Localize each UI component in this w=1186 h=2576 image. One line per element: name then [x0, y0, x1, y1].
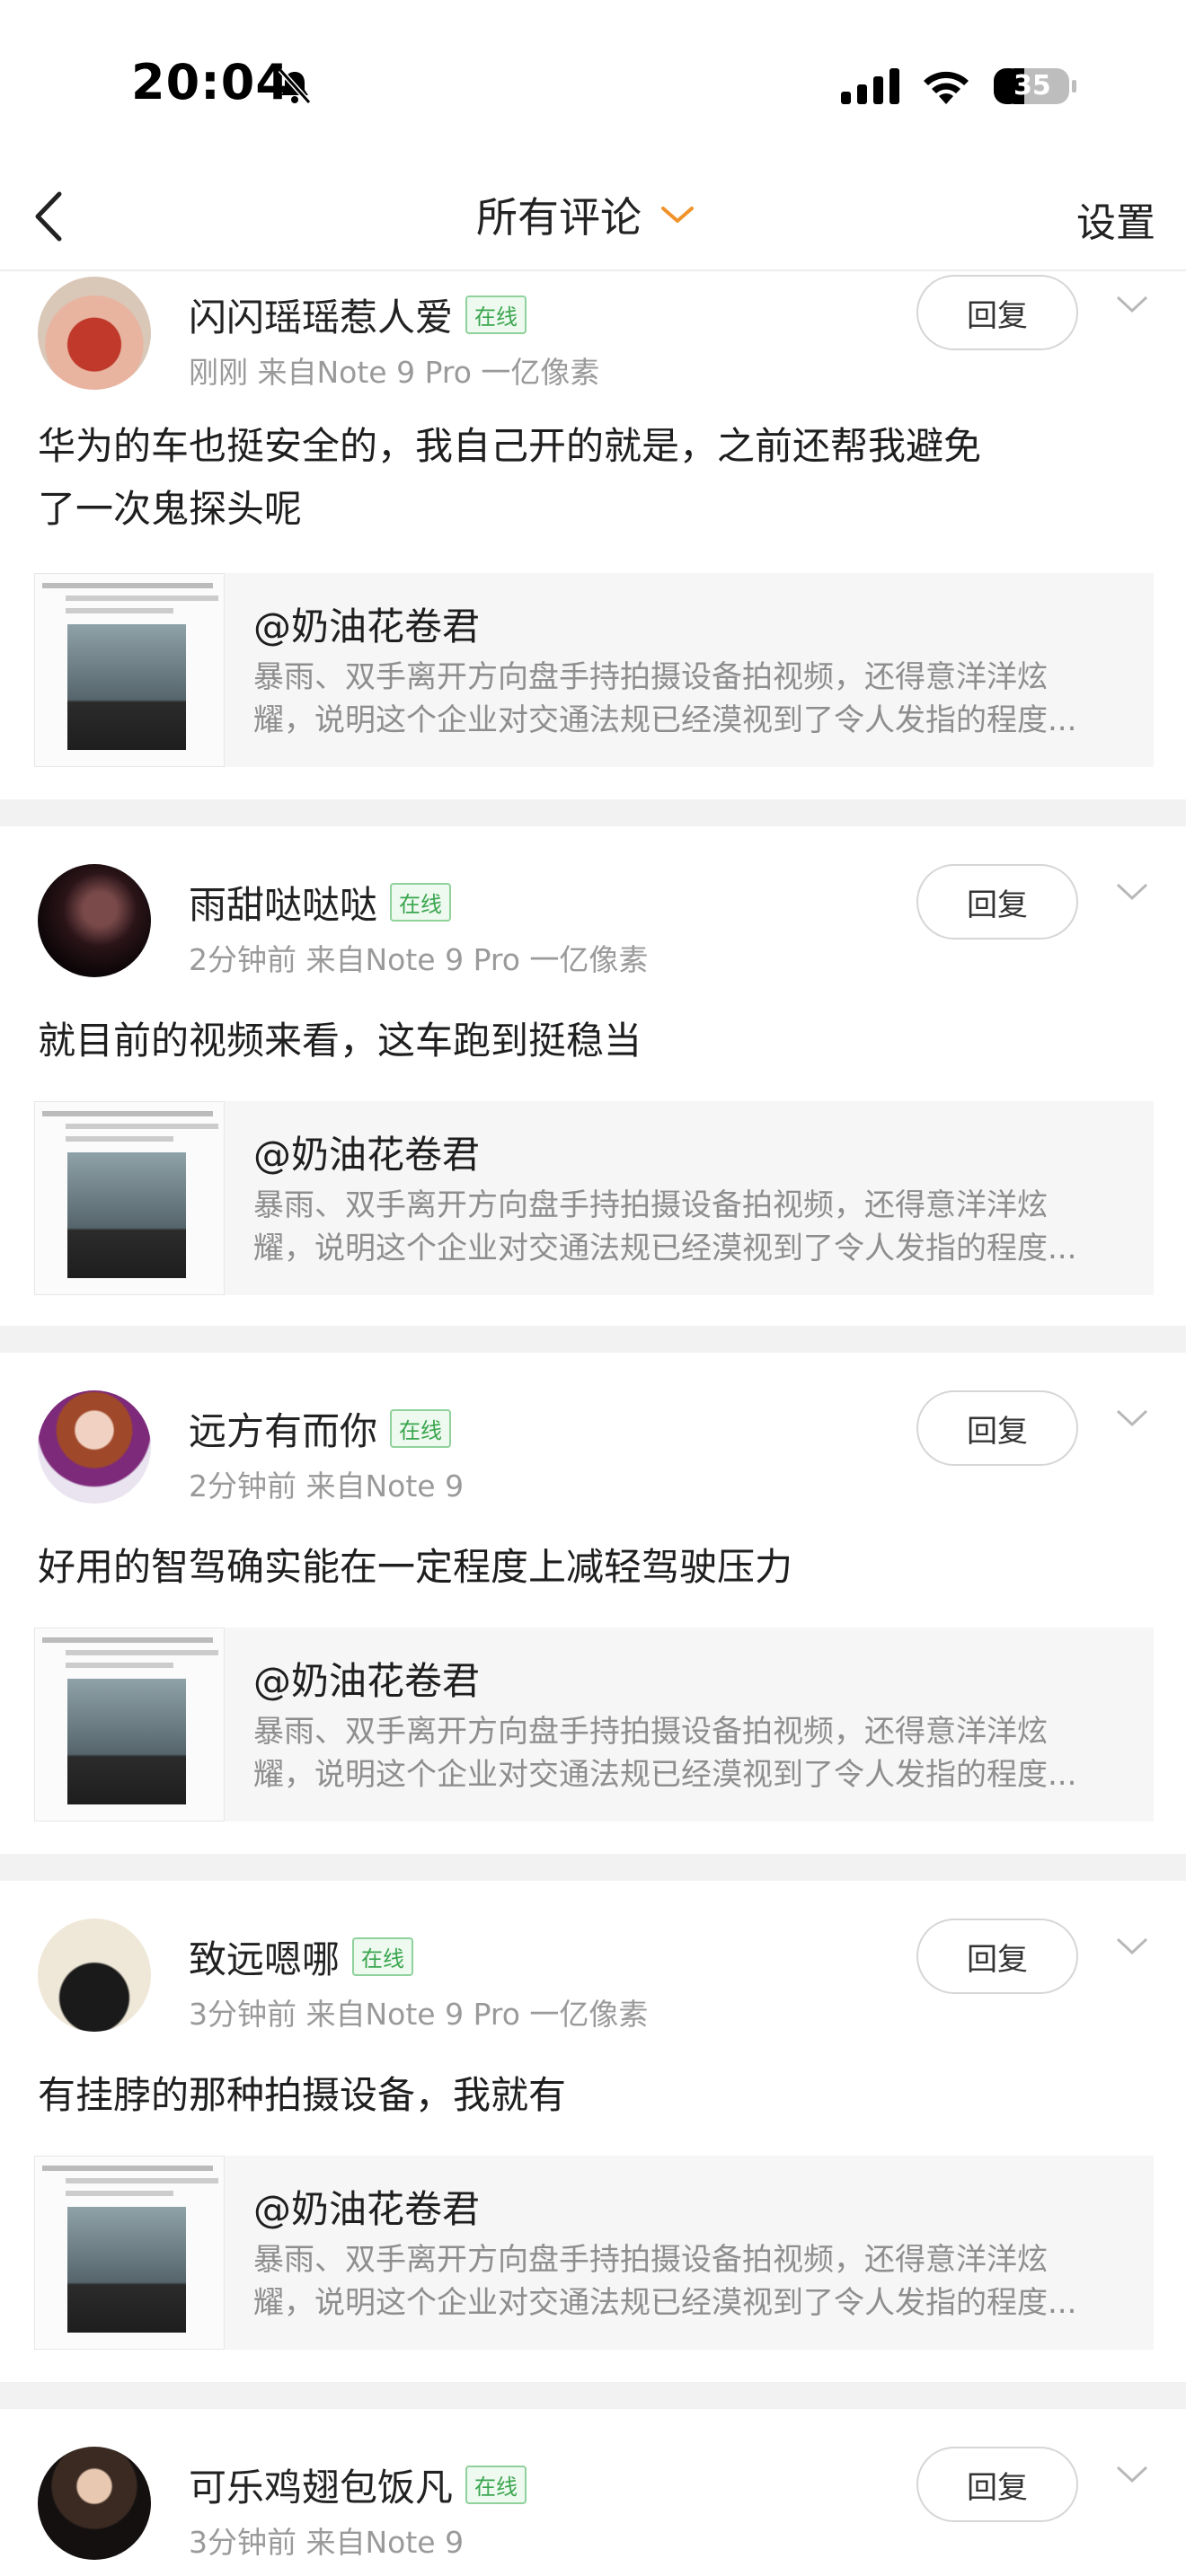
chevron-down-icon[interactable] — [1114, 2463, 1150, 2486]
comment-item: 闪闪瑶瑶惹人爱 在线 刚刚 来自Note 9 Pro 一亿像素 回复 华为的车也… — [0, 271, 1186, 796]
comment-name-row: 可乐鸡翅包饭凡 在线 — [189, 2457, 527, 2512]
battery-level: 35 — [1013, 70, 1051, 101]
post-thumbnail — [34, 1628, 225, 1822]
back-arrow-icon[interactable] — [29, 185, 68, 248]
comment-name-row: 致远嗯哪 在线 — [189, 1929, 414, 1984]
comment-text: 华为的车也挺安全的，我自己开的就是，之前还帮我避免 了一次鬼探头呢 — [38, 415, 1152, 541]
commenter-name[interactable]: 可乐鸡翅包饭凡 — [189, 2457, 453, 2512]
chevron-down-icon[interactable] — [1114, 880, 1150, 904]
chevron-down-icon — [661, 207, 694, 223]
battery-icon: 35 — [992, 65, 1078, 108]
comment-meta: 3分钟前 来自Note 9 Pro 一亿像素 — [189, 1997, 649, 2032]
comment-text-line: 就目前的视频来看，这车跑到挺稳当 — [38, 1019, 642, 1063]
quoted-excerpt: 暴雨、双手离开方向盘手持拍摄设备拍视频，还得意洋洋炫 耀，说明这个企业对交通法规… — [253, 1710, 1143, 1796]
comment-name-row: 雨甜哒哒哒 在线 — [189, 875, 452, 930]
commenter-name[interactable]: 闪闪瑶瑶惹人爱 — [189, 287, 453, 342]
comment-meta: 2分钟前 来自Note 9 — [189, 1469, 465, 1504]
cellular-signal-icon — [841, 68, 899, 104]
quoted-excerpt-line: 耀，说明这个企业对交通法规已经漠视到了令人发指的程度... — [253, 702, 1077, 738]
comment-item: 可乐鸡翅包饭凡 在线 3分钟前 来自Note 9 回复 — [0, 2409, 1186, 2576]
comment-text-line: 华为的车也挺安全的，我自己开的就是，之前还帮我避免 — [38, 424, 982, 468]
quoted-post-card[interactable]: @奶油花卷君 暴雨、双手离开方向盘手持拍摄设备拍视频，还得意洋洋炫 耀，说明这个… — [34, 2156, 1154, 2350]
quoted-post-card[interactable]: @奶油花卷君 暴雨、双手离开方向盘手持拍摄设备拍视频，还得意洋洋炫 耀，说明这个… — [34, 1101, 1154, 1295]
comment-name-row: 闪闪瑶瑶惹人爱 在线 — [189, 287, 527, 342]
quoted-excerpt-line: 暴雨、双手离开方向盘手持拍摄设备拍视频，还得意洋洋炫 — [253, 659, 1048, 695]
comment-divider — [0, 1326, 1186, 1353]
wifi-icon — [924, 71, 969, 104]
quoted-excerpt-line: 暴雨、双手离开方向盘手持拍摄设备拍视频，还得意洋洋炫 — [253, 1714, 1048, 1750]
quoted-author: @奶油花卷君 — [253, 604, 481, 648]
bell-muted-icon — [278, 68, 312, 104]
quoted-excerpt-line: 耀，说明这个企业对交通法规已经漠视到了令人发指的程度... — [253, 1757, 1077, 1793]
status-time: 20:04 — [131, 54, 290, 110]
commenter-name[interactable]: 致远嗯哪 — [189, 1929, 340, 1984]
comment-text: 好用的智驾确实能在一定程度上减轻驾驶压力 — [38, 1536, 1152, 1599]
settings-button[interactable]: 设置 — [1076, 190, 1155, 248]
reply-button[interactable]: 回复 — [916, 275, 1078, 350]
quoted-author: @奶油花卷君 — [253, 1659, 481, 1703]
comment-item: 致远嗯哪 在线 3分钟前 来自Note 9 Pro 一亿像素 回复 有挂脖的那种… — [0, 1881, 1186, 2380]
reply-button[interactable]: 回复 — [916, 2447, 1078, 2522]
online-badge: 在线 — [465, 2466, 527, 2504]
quoted-excerpt: 暴雨、双手离开方向盘手持拍摄设备拍视频，还得意洋洋炫 耀，说明这个企业对交通法规… — [253, 2238, 1143, 2325]
comment-text-line: 了一次鬼探头呢 — [38, 487, 303, 531]
chevron-down-icon[interactable] — [1114, 1935, 1150, 1958]
post-thumbnail — [34, 2156, 225, 2350]
avatar[interactable] — [38, 2447, 151, 2560]
online-badge: 在线 — [352, 1937, 414, 1976]
quoted-author: @奶油花卷君 — [253, 2187, 481, 2231]
comment-name-row: 远方有而你 在线 — [189, 1401, 452, 1456]
online-badge: 在线 — [390, 883, 452, 922]
quoted-excerpt-line: 耀，说明这个企业对交通法规已经漠视到了令人发指的程度... — [253, 2285, 1077, 2321]
avatar[interactable] — [38, 277, 151, 390]
avatar[interactable] — [38, 1919, 151, 2032]
avatar[interactable] — [38, 1390, 151, 1504]
reply-button[interactable]: 回复 — [916, 1919, 1078, 1994]
status-bar: 20:04 35 — [0, 0, 1186, 171]
comment-text: 有挂脖的那种拍摄设备，我就有 — [38, 2064, 1152, 2127]
quoted-excerpt-line: 暴雨、双手离开方向盘手持拍摄设备拍视频，还得意洋洋炫 — [253, 2242, 1048, 2278]
quoted-post-card[interactable]: @奶油花卷君 暴雨、双手离开方向盘手持拍摄设备拍视频，还得意洋洋炫 耀，说明这个… — [34, 573, 1154, 767]
post-thumbnail — [34, 1101, 225, 1295]
quoted-excerpt-line: 耀，说明这个企业对交通法规已经漠视到了令人发指的程度... — [253, 1231, 1077, 1266]
quoted-author: @奶油花卷君 — [253, 1133, 481, 1177]
quoted-excerpt: 暴雨、双手离开方向盘手持拍摄设备拍视频，还得意洋洋炫 耀，说明这个企业对交通法规… — [253, 1184, 1143, 1270]
comment-item: 雨甜哒哒哒 在线 2分钟前 来自Note 9 Pro 一亿像素 回复 就目前的视… — [0, 826, 1186, 1326]
avatar[interactable] — [38, 864, 151, 977]
commenter-name[interactable]: 雨甜哒哒哒 — [189, 875, 377, 930]
online-badge: 在线 — [465, 296, 527, 334]
page-title: 所有评论 — [476, 193, 642, 242]
comment-text-line: 有挂脖的那种拍摄设备，我就有 — [38, 2073, 567, 2117]
comment-text: 就目前的视频来看，这车跑到挺稳当 — [38, 1010, 1152, 1072]
chevron-down-icon[interactable] — [1114, 1407, 1150, 1430]
comment-divider — [0, 2382, 1186, 2409]
comments-header: 所有评论 设置 — [0, 171, 1186, 271]
sort-dropdown[interactable]: 所有评论 — [476, 183, 697, 246]
comment-divider — [0, 799, 1186, 826]
quoted-post-card[interactable]: @奶油花卷君 暴雨、双手离开方向盘手持拍摄设备拍视频，还得意洋洋炫 耀，说明这个… — [34, 1628, 1154, 1822]
comment-text-line: 好用的智驾确实能在一定程度上减轻驾驶压力 — [38, 1545, 793, 1589]
online-badge: 在线 — [390, 1409, 452, 1448]
quoted-excerpt: 暴雨、双手离开方向盘手持拍摄设备拍视频，还得意洋洋炫 耀，说明这个企业对交通法规… — [253, 656, 1143, 742]
comment-meta: 3分钟前 来自Note 9 — [189, 2525, 465, 2560]
post-thumbnail — [34, 573, 225, 767]
comment-meta: 刚刚 来自Note 9 Pro 一亿像素 — [189, 355, 600, 390]
comment-meta: 2分钟前 来自Note 9 Pro 一亿像素 — [189, 942, 649, 977]
comment-item: 远方有而你 在线 2分钟前 来自Note 9 回复 好用的智驾确实能在一定程度上… — [0, 1353, 1186, 1852]
comment-divider — [0, 1854, 1186, 1881]
quoted-excerpt-line: 暴雨、双手离开方向盘手持拍摄设备拍视频，还得意洋洋炫 — [253, 1187, 1048, 1223]
commenter-name[interactable]: 远方有而你 — [189, 1401, 377, 1456]
reply-button[interactable]: 回复 — [916, 864, 1078, 940]
chevron-down-icon[interactable] — [1114, 293, 1150, 316]
reply-button[interactable]: 回复 — [916, 1390, 1078, 1466]
